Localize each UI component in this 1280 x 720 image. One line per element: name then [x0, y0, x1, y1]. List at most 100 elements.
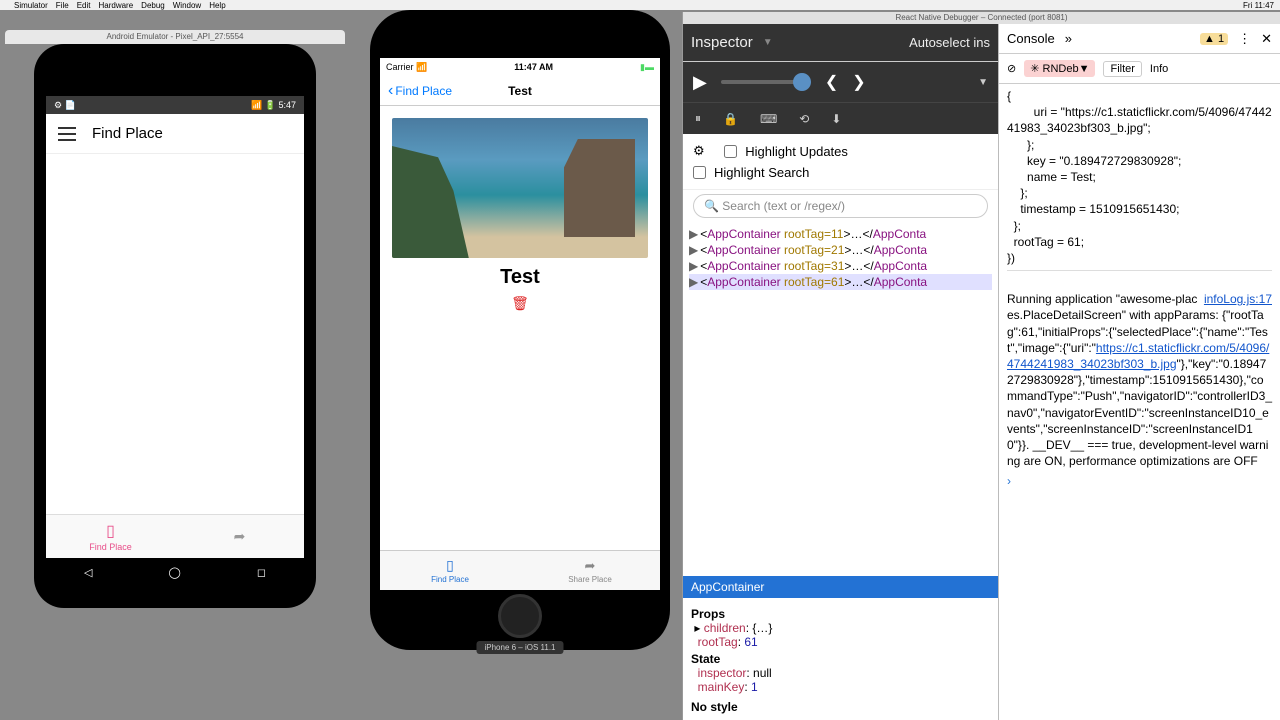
tab-find-place-label: Find Place: [89, 542, 132, 552]
android-content-area: [46, 154, 304, 514]
state-label: State: [691, 652, 990, 666]
android-device-frame: ⚙ 📄 📶 🔋 5:47 Find Place ▯ Find Place ➦ ◁: [34, 44, 316, 608]
gear-icon: ⚙ 📄: [54, 100, 76, 111]
console-tabs: Console » ▲ 1 ⋮ ✕: [999, 24, 1280, 54]
android-emulator-window: Android Emulator - Pixel_API_27:5554 ⚙ 📄…: [5, 30, 345, 608]
chevron-down-icon[interactable]: ▼: [763, 37, 773, 48]
android-status-time: 📶 🔋 5:47: [251, 100, 296, 111]
debugger-window-title: React Native Debugger – Connected (port …: [683, 12, 1280, 24]
highlight-updates-label: Highlight Updates: [745, 144, 848, 159]
close-icon[interactable]: ✕: [1261, 31, 1272, 47]
android-home-icon[interactable]: ◯: [168, 566, 180, 579]
tab-label: Share Place: [568, 575, 612, 584]
console-panel: Console » ▲ 1 ⋮ ✕ ⊘ ✳ RNDeb▼ Filter Info…: [999, 24, 1280, 720]
tab-find-place[interactable]: ▯ Find Place: [380, 551, 520, 590]
android-back-icon[interactable]: ◁: [84, 566, 92, 579]
inspector-panel: Inspector ▼ Autoselect ins ▶ ❮ ❯ ▼ ⏸ 🔒 ⌨…: [683, 24, 999, 720]
source-link[interactable]: infoLog.js:17: [1204, 291, 1272, 307]
tree-row[interactable]: ▶<AppContainer rootTag=21>…</AppConta: [689, 242, 992, 258]
replay-slider[interactable]: [721, 80, 811, 84]
udemy-watermark: Udemy: [1234, 702, 1274, 716]
menu-window[interactable]: Window: [173, 1, 201, 10]
mac-menubar: Simulator File Edit Hardware Debug Windo…: [0, 0, 1280, 10]
debugger-window: React Native Debugger – Connected (port …: [682, 12, 1280, 720]
device-label: iPhone 6 – iOS 11.1: [476, 641, 563, 654]
download-icon[interactable]: ⬇: [831, 112, 841, 126]
delete-button[interactable]: 🗑: [511, 295, 529, 312]
android-window-title: Android Emulator - Pixel_API_27:5554: [5, 30, 345, 44]
hamburger-icon[interactable]: [58, 127, 76, 141]
expand-icon[interactable]: »: [1065, 31, 1072, 46]
menu-edit[interactable]: Edit: [77, 1, 91, 10]
level-selector[interactable]: Info: [1150, 63, 1168, 75]
highlight-updates-checkbox[interactable]: [724, 145, 737, 158]
context-selector[interactable]: ✳ RNDeb▼: [1024, 60, 1095, 77]
inspector-options: ⚙ Highlight Updates Highlight Search: [683, 134, 998, 190]
tab-find-place[interactable]: ▯ Find Place: [46, 515, 175, 558]
menu-hardware[interactable]: Hardware: [98, 1, 133, 10]
replay-toolbar: ▶ ❮ ❯ ▼: [683, 62, 998, 102]
warning-badge[interactable]: ▲ 1: [1200, 33, 1228, 45]
chevron-down-icon[interactable]: ▼: [978, 77, 988, 88]
console-tab[interactable]: Console: [1007, 31, 1055, 46]
filter-input[interactable]: Filter: [1103, 61, 1141, 77]
home-button[interactable]: [498, 594, 542, 638]
back-label: Find Place: [395, 84, 452, 98]
clear-console-icon[interactable]: ⊘: [1007, 62, 1016, 75]
console-output[interactable]: { uri = "https://c1.staticflickr.com/5/4…: [999, 84, 1280, 720]
breadcrumb[interactable]: AppContainer: [683, 576, 998, 598]
share-icon: ➦: [585, 558, 596, 574]
inspector-tab[interactable]: Inspector: [691, 34, 753, 51]
menubar-clock: Fri 11:47: [1243, 1, 1274, 10]
component-tree[interactable]: ▶<AppContainer rootTag=11>…</AppConta ▶<…: [683, 222, 998, 576]
menu-debug[interactable]: Debug: [141, 1, 165, 10]
lock-icon[interactable]: 🔒: [723, 112, 738, 126]
highlight-search-checkbox[interactable]: [693, 166, 706, 179]
gear-icon[interactable]: ⚙: [693, 143, 705, 159]
tree-row[interactable]: ▶<AppContainer rootTag=31>…</AppConta: [689, 258, 992, 274]
tree-row[interactable]: ▶<AppContainer rootTag=11>…</AppConta: [689, 226, 992, 242]
tab-label: Find Place: [431, 575, 469, 584]
highlight-search-label: Highlight Search: [714, 165, 809, 180]
pause-icon[interactable]: ⏸: [695, 111, 701, 126]
props-label: Props: [691, 607, 990, 621]
autoselect-label[interactable]: Autoselect ins: [909, 35, 990, 50]
action-toolbar: ⏸ 🔒 ⌨ ⟲ ⬇: [683, 102, 998, 134]
step-back-icon[interactable]: ❮: [825, 72, 838, 92]
props-pane: Props ▸ children: {…} rootTag: 61 State …: [683, 598, 998, 720]
map-icon: ▯: [106, 521, 115, 541]
search-input[interactable]: 🔍 Search (text or /regex/): [693, 194, 988, 218]
console-toolbar: ⊘ ✳ RNDeb▼ Filter Info: [999, 54, 1280, 84]
step-forward-icon[interactable]: ❯: [852, 72, 865, 92]
sweep-icon[interactable]: ⟲: [799, 112, 809, 126]
tab-share-place[interactable]: ➦: [175, 515, 304, 558]
ios-screen: Carrier 📶 11:47 AM ▮▬ ‹ Find Place Test …: [380, 58, 660, 590]
ios-carrier: Carrier 📶: [386, 62, 427, 73]
place-image: [392, 118, 648, 258]
menu-file[interactable]: File: [56, 1, 69, 10]
battery-icon: ▮▬: [640, 62, 654, 73]
place-detail-title: Test: [500, 266, 540, 289]
keyboard-icon[interactable]: ⌨: [760, 112, 777, 126]
no-style-label: No style: [691, 700, 990, 714]
menu-help[interactable]: Help: [209, 1, 225, 10]
chevron-left-icon: ‹: [388, 82, 393, 100]
menu-simulator[interactable]: Simulator: [14, 1, 48, 10]
ios-nav-bar: ‹ Find Place Test: [380, 76, 660, 106]
ios-content: Test 🗑: [380, 106, 660, 550]
tree-row-selected[interactable]: ▶<AppContainer rootTag=61>…</AppConta: [689, 274, 992, 290]
tab-share-place[interactable]: ➦ Share Place: [520, 551, 660, 590]
android-screen: ⚙ 📄 📶 🔋 5:47 Find Place ▯ Find Place ➦ ◁: [46, 96, 304, 556]
android-recent-icon[interactable]: ◻: [257, 566, 266, 579]
map-icon: ▯: [446, 557, 454, 574]
inspector-tab-header: Inspector ▼ Autoselect ins: [683, 24, 998, 62]
android-nav-bar: ◁ ◯ ◻: [46, 558, 304, 586]
console-prompt[interactable]: ›: [1007, 473, 1272, 489]
ios-device-frame: Carrier 📶 11:47 AM ▮▬ ‹ Find Place Test …: [370, 10, 670, 650]
ios-clock: 11:47 AM: [514, 62, 553, 72]
kebab-icon[interactable]: ⋮: [1238, 31, 1251, 47]
android-app-title: Find Place: [92, 125, 163, 142]
ios-nav-title: Test: [508, 84, 532, 98]
back-button[interactable]: ‹ Find Place: [388, 82, 452, 100]
play-icon[interactable]: ▶: [693, 72, 707, 93]
